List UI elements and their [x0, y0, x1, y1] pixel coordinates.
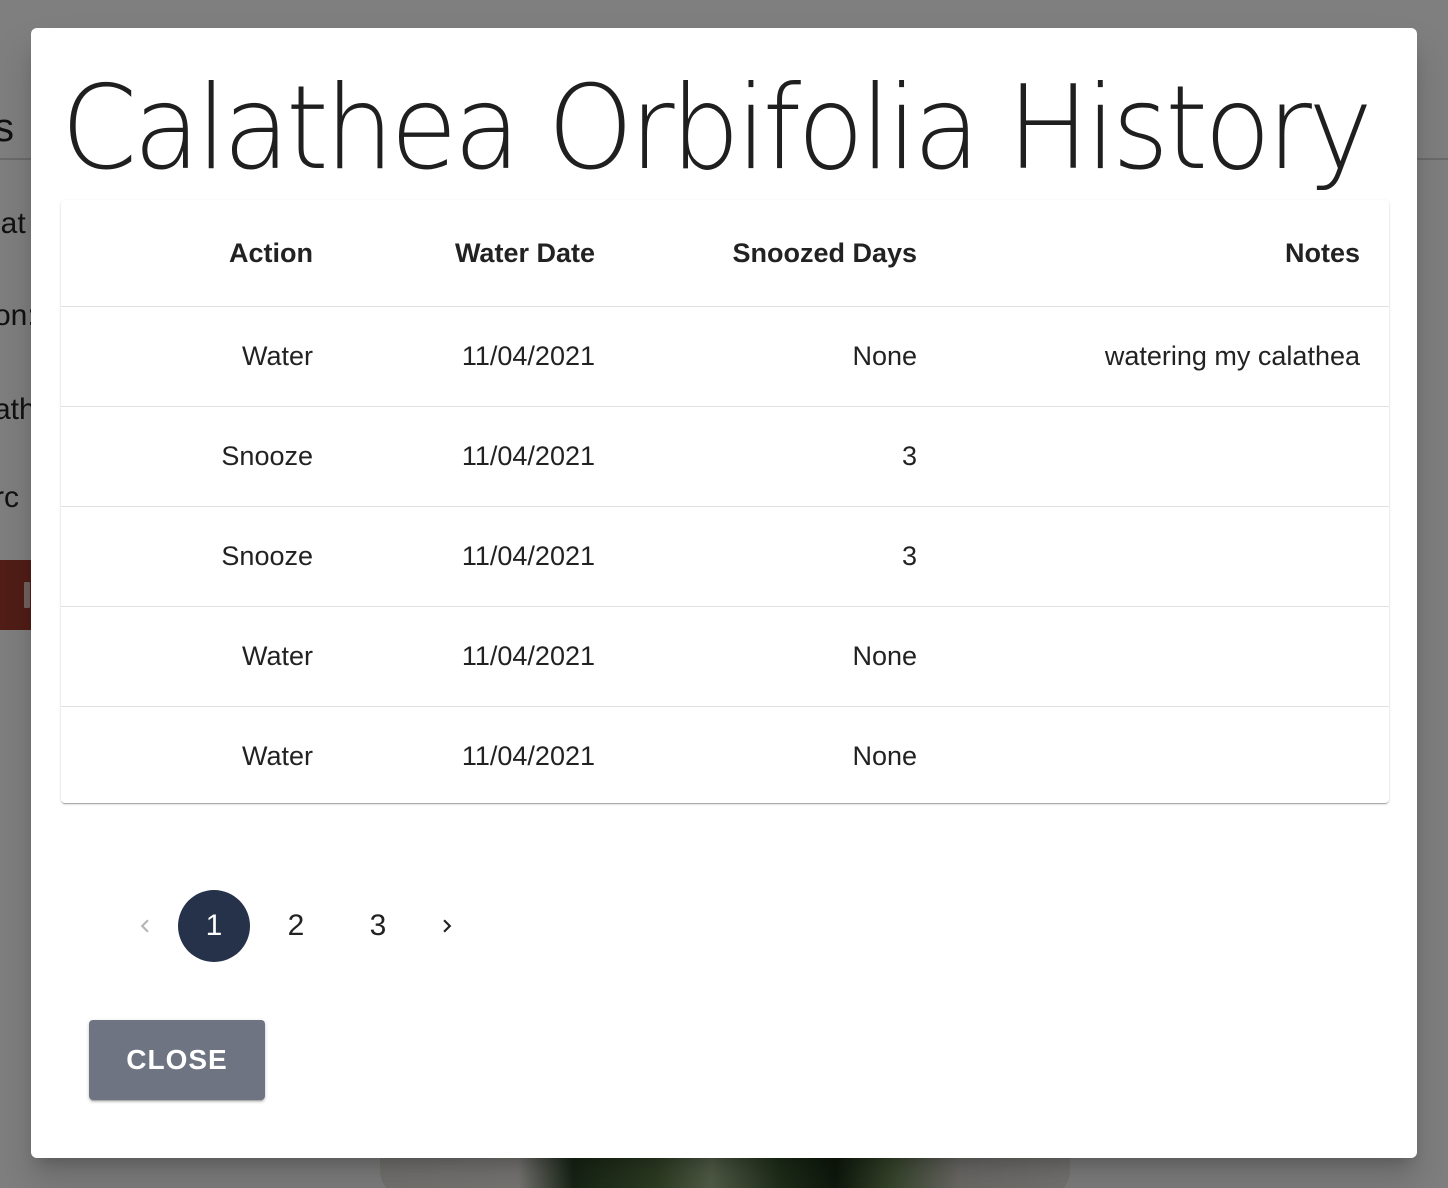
column-header-notes: Notes: [946, 200, 1389, 307]
pagination: 1 2 3: [117, 890, 475, 962]
column-header-water-date: Water Date: [342, 200, 624, 307]
cell-snoozed-days: 3: [624, 406, 946, 507]
cell-snoozed-days: None: [852, 741, 917, 771]
cell-action: Snooze: [61, 406, 342, 507]
page-button-2[interactable]: 2: [260, 890, 332, 962]
cell-notes: [946, 406, 1389, 507]
cell-water-date: 11/04/2021: [342, 306, 624, 407]
page-button-1[interactable]: 1: [178, 890, 250, 962]
cell-action: Snooze: [61, 506, 342, 607]
table-row: Water 11/04/2021 None watering my calath…: [61, 306, 1389, 407]
close-button[interactable]: CLOSE: [89, 1020, 265, 1100]
history-dialog: Calathea Orbifolia History Action Water …: [31, 28, 1417, 1158]
cell-notes: watering my calathea: [946, 306, 1389, 407]
chevron-right-icon: [443, 919, 452, 933]
column-header-action: Action: [61, 200, 342, 307]
table-row: Water 11/04/2021 None: [61, 606, 1389, 707]
cell-water-date: 11/04/2021: [342, 606, 624, 707]
history-table: Action Water Date Snoozed Days Notes Wat…: [61, 200, 1389, 803]
cell-notes: [946, 606, 1389, 707]
chevron-left-icon: [140, 919, 149, 933]
cell-action: Water: [241, 741, 313, 771]
cell-action: Water: [61, 606, 342, 707]
table-row: Snooze 11/04/2021 3: [61, 506, 1389, 607]
cell-water-date: 11/04/2021: [461, 741, 595, 771]
page-button-3[interactable]: 3: [342, 890, 414, 962]
cell-action: Water: [61, 306, 342, 407]
cell-snoozed-days: None: [624, 606, 946, 707]
history-table-card: Action Water Date Snoozed Days Notes Wat…: [61, 200, 1389, 803]
cell-snoozed-days: None: [624, 306, 946, 407]
cell-notes: [946, 506, 1389, 607]
cell-snoozed-days: 3: [624, 506, 946, 607]
cell-notes: [946, 707, 1389, 804]
table-row: Snooze 11/04/2021 3: [61, 406, 1389, 507]
dialog-title: Calathea Orbifolia History: [61, 61, 1373, 196]
previous-page-button[interactable]: [117, 890, 173, 962]
cell-water-date: 11/04/2021: [342, 506, 624, 607]
column-header-snoozed-days: Snoozed Days: [624, 200, 946, 307]
table-header-row: Action Water Date Snoozed Days Notes: [61, 200, 1389, 307]
table-row: Water 11/04/2021 None: [61, 707, 1389, 804]
next-page-button[interactable]: [419, 890, 475, 962]
cell-water-date: 11/04/2021: [342, 406, 624, 507]
